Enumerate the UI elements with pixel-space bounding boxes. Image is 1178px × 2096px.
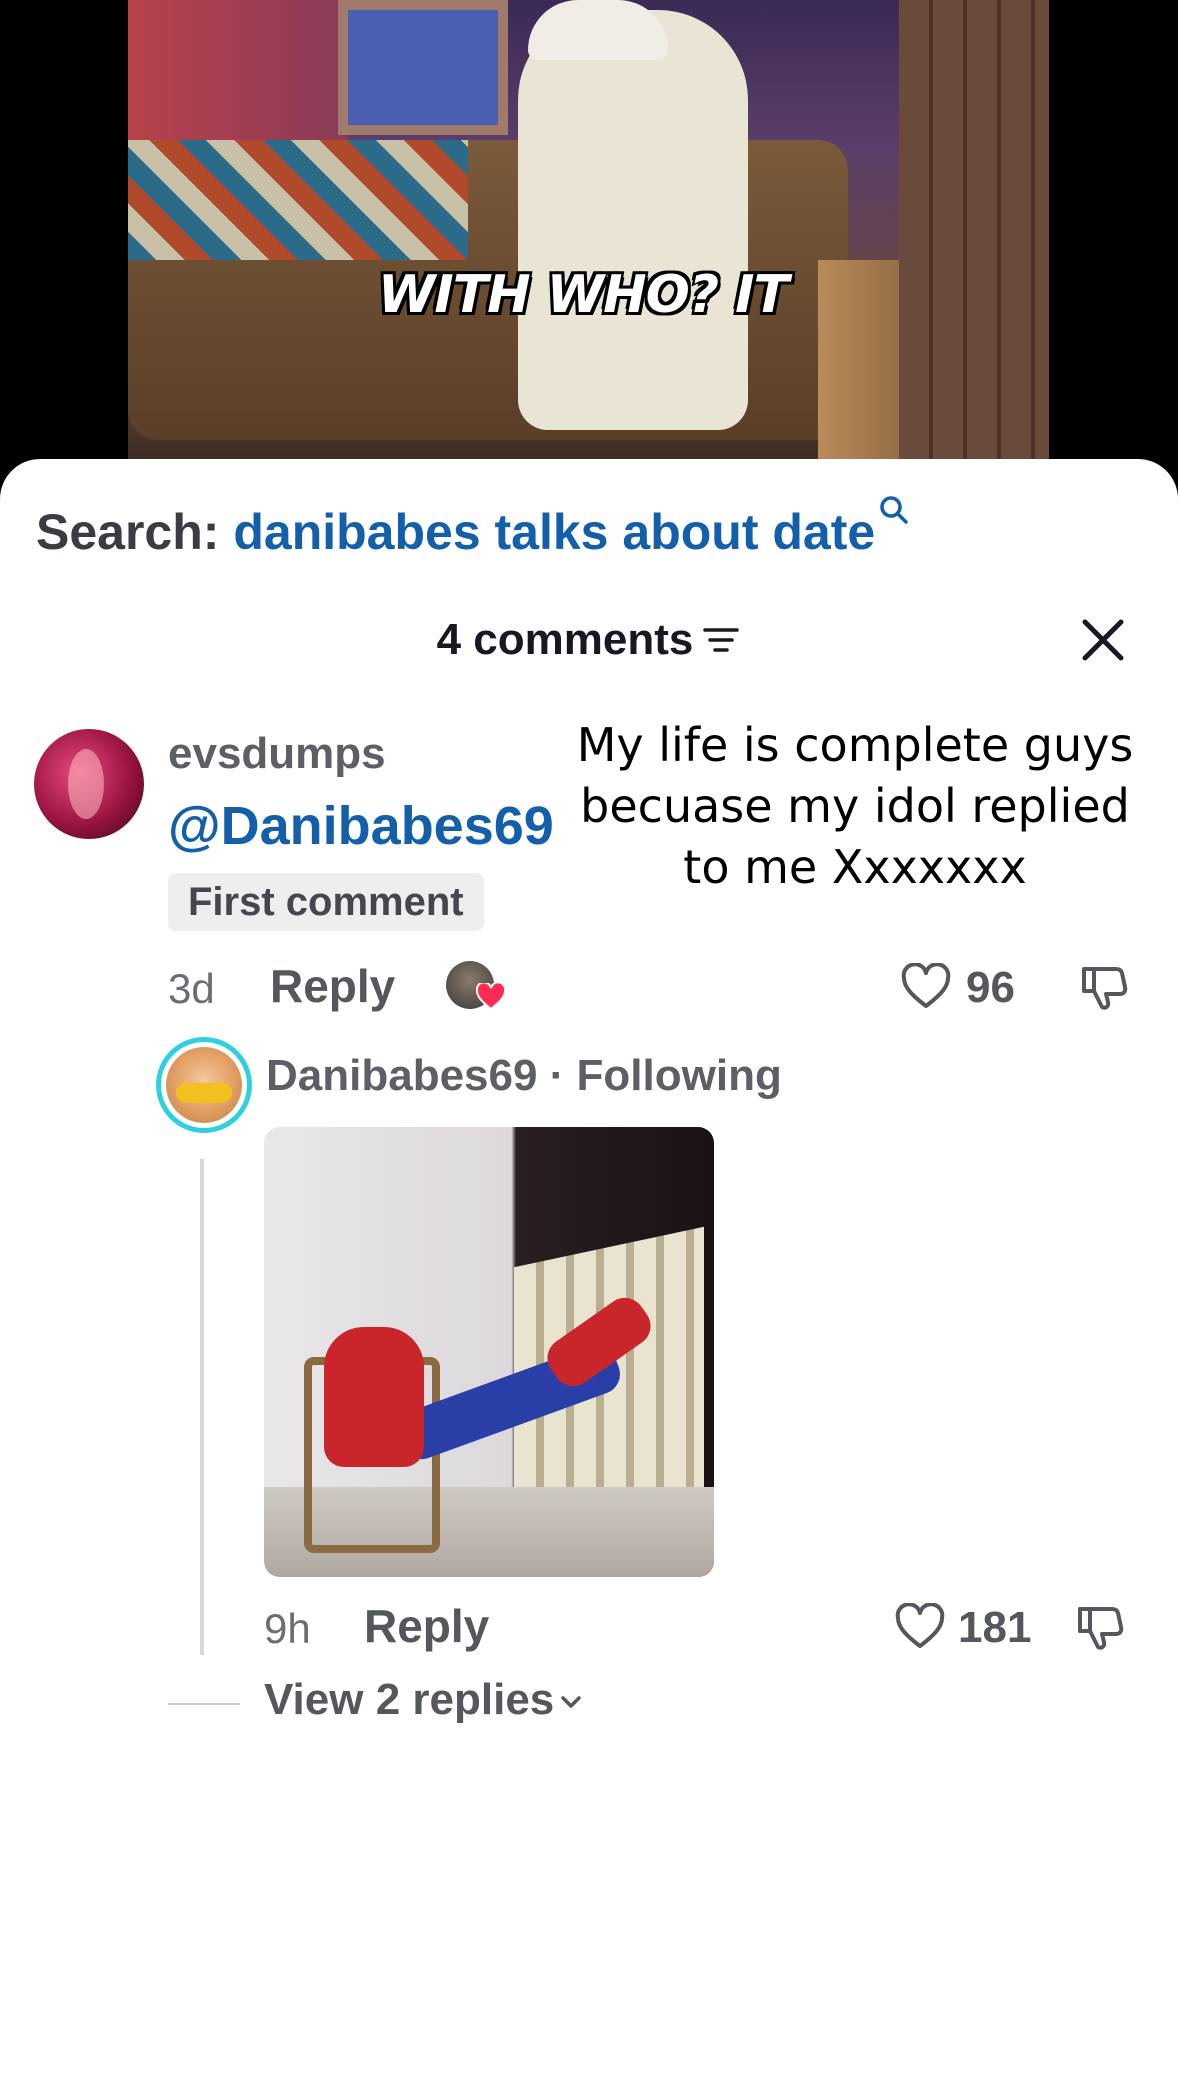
creator-liked-heart-icon — [476, 983, 506, 1011]
reply-like-count: 181 — [958, 1603, 1032, 1652]
comments-sheet: Search: danibabes talks about date 4 com… — [0, 459, 1178, 2096]
reply-image-figure — [324, 1327, 424, 1467]
video-frame[interactable]: WITH WHO? IT — [128, 0, 1049, 470]
thread-line — [200, 1159, 204, 1655]
dislike-icon[interactable] — [1078, 961, 1132, 1015]
reply-author-line[interactable]: Danibabes69 · Following — [266, 1051, 782, 1101]
like-button[interactable]: 96 — [900, 959, 1020, 1019]
reply-image[interactable] — [264, 1127, 714, 1577]
view-replies-divider — [168, 1703, 240, 1705]
view-replies-button[interactable]: View 2 replies — [264, 1675, 584, 1725]
overlay-caption-text: My life is complete guys becuase my idol… — [576, 718, 1134, 894]
commenter-username[interactable]: evsdumps — [168, 729, 386, 779]
video-scene-window — [338, 0, 508, 135]
close-icon[interactable] — [1080, 617, 1126, 663]
heart-outline-icon — [895, 1603, 945, 1648]
reply-meta-row: 9h Reply 181 — [264, 1599, 1144, 1659]
video-scene-cap — [528, 0, 668, 60]
chevron-down-icon — [561, 1696, 582, 1709]
reply-button[interactable]: Reply — [270, 959, 395, 1013]
dislike-icon[interactable] — [1074, 1601, 1128, 1655]
comment-mention-link[interactable]: @Danibabes69 — [168, 795, 554, 857]
search-query-link[interactable]: danibabes talks about date — [233, 504, 875, 560]
like-count: 96 — [966, 963, 1015, 1012]
video-scene-fence — [899, 0, 1049, 470]
search-suggestion[interactable]: Search: danibabes talks about date — [36, 496, 909, 561]
video-scene-blanket — [128, 140, 468, 260]
comment-meta-row: 3d Reply 96 — [168, 959, 1148, 1019]
search-icon — [880, 496, 908, 524]
reply-author-avatar[interactable] — [156, 1037, 252, 1133]
reply-to-reply-button[interactable]: Reply — [364, 1599, 489, 1653]
comments-count: 4 comments — [436, 615, 694, 664]
search-label: Search: — [36, 504, 220, 560]
commenter-avatar[interactable] — [34, 729, 144, 839]
video-scene-person — [518, 10, 748, 430]
reply-like-button[interactable]: 181 — [894, 1599, 1034, 1659]
comment-timestamp: 3d — [168, 965, 215, 1012]
reply-timestamp: 9h — [264, 1605, 311, 1652]
reply-author-avatar-image — [166, 1047, 242, 1123]
sort-filter-icon[interactable] — [701, 620, 741, 660]
first-comment-badge: First comment — [168, 873, 484, 931]
heart-outline-icon — [901, 963, 951, 1008]
view-replies-label: View 2 replies — [264, 1675, 555, 1724]
comments-header: 4 comments — [0, 615, 1178, 675]
video-caption: WITH WHO? IT — [378, 265, 789, 325]
